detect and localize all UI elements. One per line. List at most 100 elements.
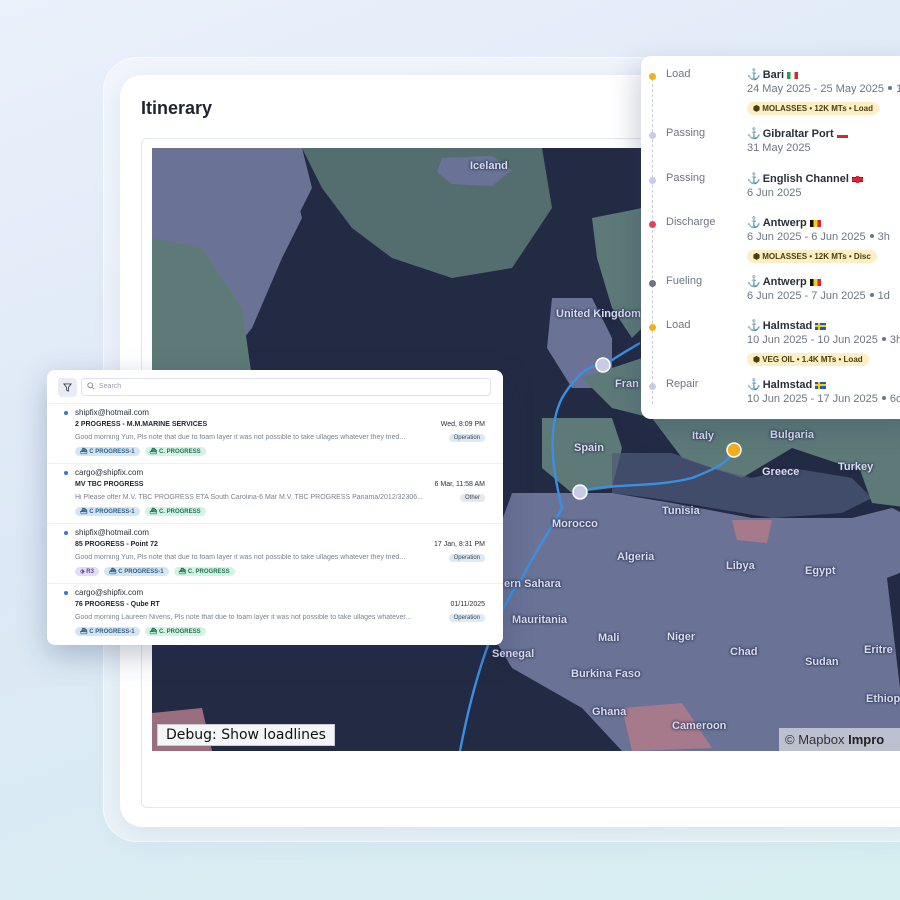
email-from: shipfix@hotmail.com [75, 528, 149, 537]
event-date: 6 Jun 2025 [747, 187, 802, 199]
vessel-tag[interactable]: ⛴ C PROGRESS-1 [75, 627, 140, 636]
cargo-tag[interactable]: ⛴ C. PROGRESS [144, 507, 206, 516]
port-name: English Channel [762, 173, 849, 185]
map-label-uk: United Kingdom [556, 308, 641, 320]
itinerary-timeline-panel: Load ⚓Bari 24 May 2025 - 25 May 20251d ⬢… [641, 56, 900, 419]
anchor-icon: ⚓ [747, 128, 761, 140]
vessel-tag[interactable]: ⛴ C PROGRESS-1 [103, 567, 169, 576]
cargo-tag[interactable]: ⛴ C. PROGRESS [144, 627, 206, 636]
cargo-icon: ⛴ [178, 569, 188, 575]
unread-dot [64, 471, 68, 475]
flag-sweden-icon [815, 322, 827, 330]
ship-icon: ⛴ [80, 449, 90, 455]
email-subject: 2 PROGRESS - M.M.MARINE SERVICES [75, 421, 208, 428]
cargo-icon: ⛴ [149, 629, 159, 635]
label-tag[interactable]: ⬗ R3 [75, 567, 99, 576]
search-icon [87, 382, 95, 390]
date-range: 6 Jun 2025 - 6 Jun 2025 [747, 231, 866, 243]
debug-loadlines-button[interactable]: Debug: Show loadlines [157, 724, 335, 746]
ship-icon: ⛴ [80, 629, 90, 635]
date-range: 10 Jun 2025 - 10 Jun 2025 [747, 334, 878, 346]
map-label-iceland: Iceland [470, 160, 508, 172]
anchor-icon: ⚓ [747, 69, 761, 81]
email-category-badge: Operation [448, 554, 485, 562]
event-port: ⚓ Gibraltar Port [747, 127, 848, 140]
map-label-niger: Niger [667, 631, 696, 643]
date-range: 24 May 2025 - 25 May 2025 [747, 83, 884, 95]
event-type: Repair [666, 378, 699, 390]
event-port: ⚓ Antwerp [747, 275, 821, 288]
map-attribution: © Mapbox Impro [779, 728, 900, 751]
timeline-connector [652, 74, 653, 404]
map-label-egypt: Egypt [805, 565, 836, 577]
email-from: shipfix@hotmail.com [75, 408, 149, 417]
email-preview: Good morning Yun, Pls note that due to f… [75, 554, 406, 561]
email-category-badge: Other [459, 494, 485, 502]
unread-dot [64, 531, 68, 535]
vessel-tag[interactable]: ⛴ C PROGRESS-1 [75, 447, 140, 456]
flag-uk-icon [851, 175, 863, 183]
email-tags: ⛴ C PROGRESS-1 ⛴ C. PROGRESS [75, 447, 206, 456]
vessel-tag[interactable]: ⛴ C PROGRESS-1 [75, 507, 140, 516]
cargo-badge: ⬢ VEG OIL • 1.4K MTs • Load [747, 353, 869, 366]
email-list-panel: Search shipfix@hotmail.com 2 PROGRESS - … [47, 370, 503, 645]
event-port: ⚓ Halmstad [747, 378, 827, 391]
email-time: Wed, 8:09 PM [440, 421, 485, 428]
map-label-burkina-faso: Burkina Faso [571, 668, 641, 680]
map-label-western-sahara: ern Sahara [504, 578, 561, 590]
event-type: Passing [666, 127, 706, 139]
port-name: Bari [762, 69, 785, 81]
map-label-mali: Mali [598, 632, 620, 644]
cargo-tag[interactable]: ⛴ C. PROGRESS [144, 447, 206, 456]
port-name: Antwerp [762, 217, 807, 229]
map-label-spain: Spain [574, 442, 604, 454]
event-status-dot [649, 221, 656, 228]
event-port: ⚓ English Channel [747, 172, 863, 185]
event-status-dot [649, 73, 656, 80]
event-date: 10 Jun 2025 - 10 Jun 2025 3h [747, 334, 900, 346]
event-status-dot [649, 132, 656, 139]
map-label-italy: Italy [692, 430, 715, 442]
search-input[interactable]: Search [81, 378, 491, 396]
cargo-box-icon: ⬢ [753, 355, 763, 364]
event-date: 10 Jun 2025 - 17 Jun 2025 6d [747, 393, 900, 405]
flag-belgium-icon [809, 219, 821, 227]
email-preview: Good morning Yun, Pls note that due to f… [75, 434, 406, 441]
red-zone-med [732, 520, 772, 543]
email-item[interactable]: cargo@shipfix.com MV TBC PROGRESS 6 Mar,… [47, 463, 503, 524]
email-time: 17 Jan, 8:31 PM [434, 541, 485, 548]
email-from: cargo@shipfix.com [75, 468, 144, 477]
email-from: cargo@shipfix.com [75, 588, 144, 597]
ship-icon: ⛴ [80, 509, 90, 515]
map-label-france: Fran [615, 378, 639, 390]
event-port: ⚓ Bari [747, 68, 799, 81]
email-item[interactable]: shipfix@hotmail.com 2 PROGRESS - M.M.MAR… [47, 403, 503, 464]
cargo-tag[interactable]: ⛴ C. PROGRESS [173, 567, 235, 576]
event-port: ⚓ Antwerp [747, 216, 821, 229]
email-subject: MV TBC PROGRESS [75, 481, 144, 488]
filter-button[interactable] [58, 378, 77, 397]
cargo-badge: ⬢ MOLASSES • 12K MTs • Disc [747, 250, 877, 263]
page-title: Itinerary [141, 98, 213, 118]
date-range: 10 Jun 2025 - 17 Jun 2025 [747, 393, 878, 405]
email-subject: 76 PROGRESS - Qube RT [75, 601, 160, 608]
port-name: Gibraltar Port [762, 128, 834, 140]
event-duration: 1d [895, 83, 900, 95]
event-status-dot [649, 383, 656, 390]
email-item[interactable]: shipfix@hotmail.com 85 PROGRESS - Point … [47, 523, 503, 584]
event-duration: 1d [877, 290, 890, 302]
cargo-badge: ⬢ MOLASSES • 12K MTs • Load [747, 102, 880, 115]
event-status-dot [649, 280, 656, 287]
event-duration: 6d [889, 393, 900, 405]
email-item[interactable]: cargo@shipfix.com 76 PROGRESS - Qube RT … [47, 583, 503, 644]
map-label-ethiopia: Ethiop [866, 693, 900, 705]
cargo-box-icon: ⬢ [753, 252, 763, 261]
map-label-tunisia: Tunisia [662, 505, 700, 517]
map-label-eritrea: Eritre [864, 644, 893, 656]
waypoint-english-channel [595, 357, 611, 373]
waypoint-bari [726, 442, 742, 458]
event-duration: 3h [889, 334, 900, 346]
attribution-improve-link[interactable]: Impro [848, 732, 884, 747]
unread-dot [64, 591, 68, 595]
port-name: Halmstad [762, 320, 813, 332]
